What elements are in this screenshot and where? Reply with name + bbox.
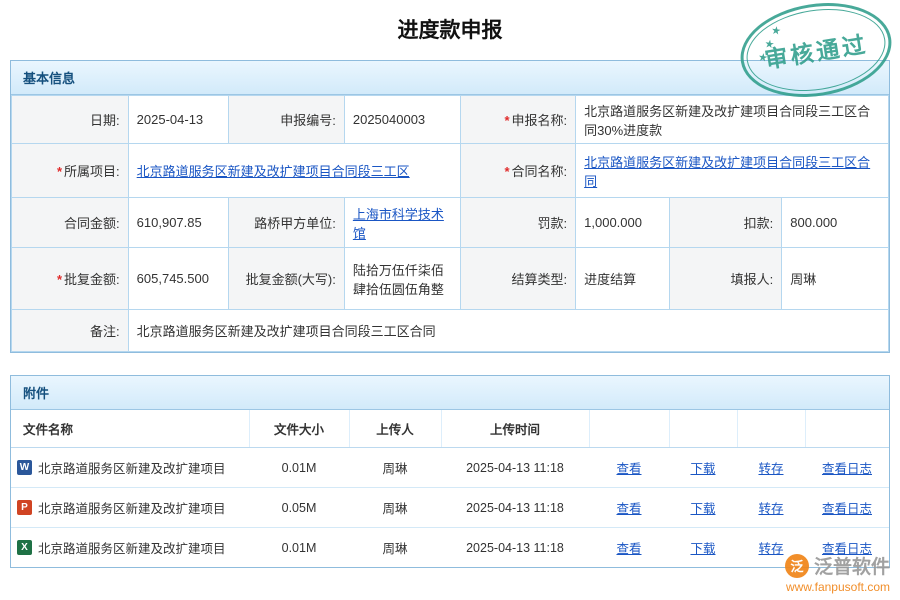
download-link[interactable]: 下载 xyxy=(690,502,715,516)
attachment-row: W 北京路道服务区新建及改扩建项目 0.01M 周琳 2025-04-13 11:… xyxy=(11,448,889,488)
view-link[interactable]: 查看 xyxy=(616,502,641,516)
contract-name-label-text: 合同名称: xyxy=(512,164,568,179)
settlement-type-value: 进度结算 xyxy=(576,248,670,310)
deduction-value: 800.000 xyxy=(782,198,889,248)
required-mark: * xyxy=(504,164,509,179)
filler-label: 填报人: xyxy=(669,248,782,310)
uploader: 周琳 xyxy=(349,488,441,528)
basic-info-header: 基本信息 xyxy=(11,61,889,95)
fanpu-url-text: www.fanpusoft.com xyxy=(785,580,890,594)
basic-row-2: *所属项目: 北京路道服务区新建及改扩建项目合同段三工区 *合同名称: 北京路道… xyxy=(12,144,889,198)
word-file-icon: W xyxy=(17,460,32,475)
approved-amount-caps-label: 批复金额(大写): xyxy=(229,248,345,310)
transfer-link[interactable]: 转存 xyxy=(758,502,783,516)
file-name-cell: X 北京路道服务区新建及改扩建项目 xyxy=(11,528,249,568)
party-a-unit-label: 路桥甲方单位: xyxy=(229,198,345,248)
contract-amount-label: 合同金额: xyxy=(12,198,129,248)
view-log-link[interactable]: 查看日志 xyxy=(822,502,872,516)
project-label-text: 所属项目: xyxy=(64,164,120,179)
page-title: 进度款申报 xyxy=(0,0,900,44)
remark-value: 北京路道服务区新建及改扩建项目合同段三工区合同 xyxy=(128,310,888,352)
declaration-name-value: 北京路道服务区新建及改扩建项目合同段三工区合同30%进度款 xyxy=(576,96,889,144)
file-size: 0.01M xyxy=(249,528,349,568)
file-size: 0.05M xyxy=(249,488,349,528)
party-a-unit-link[interactable]: 上海市科学技术馆 xyxy=(353,207,444,241)
settlement-type-label: 结算类型: xyxy=(460,248,576,310)
view-link[interactable]: 查看 xyxy=(616,462,641,476)
basic-row-1: 日期: 2025-04-13 申报编号: 2025040003 *申报名称: 北… xyxy=(12,96,889,144)
fanpu-brand-text: 泛普软件 xyxy=(814,552,890,579)
file-name: 北京路道服务区新建及改扩建项目 xyxy=(38,458,226,477)
approved-amount-caps-value: 陆拾万伍仟柒佰肆拾伍圆伍角整 xyxy=(344,248,460,310)
project-value: 北京路道服务区新建及改扩建项目合同段三工区 xyxy=(128,144,460,198)
transfer-link[interactable]: 转存 xyxy=(758,462,783,476)
basic-info-panel: 基本信息 日期: 2025-04-13 申报编号: 2025040003 *申报… xyxy=(10,60,890,353)
attachments-header: 附件 xyxy=(11,376,889,410)
column-action-2 xyxy=(669,410,737,448)
file-name-cell: P 北京路道服务区新建及改扩建项目 xyxy=(11,488,249,528)
excel-file-icon: X xyxy=(17,540,32,555)
file-size: 0.01M xyxy=(249,448,349,488)
attachment-row: P 北京路道服务区新建及改扩建项目 0.05M 周琳 2025-04-13 11:… xyxy=(11,488,889,528)
contract-name-label: *合同名称: xyxy=(460,144,576,198)
column-upload-time: 上传时间 xyxy=(441,410,589,448)
project-link[interactable]: 北京路道服务区新建及改扩建项目合同段三工区 xyxy=(137,164,410,179)
column-file-name: 文件名称 xyxy=(11,410,249,448)
file-name: 北京路道服务区新建及改扩建项目 xyxy=(38,498,226,517)
basic-row-5: 备注: 北京路道服务区新建及改扩建项目合同段三工区合同 xyxy=(12,310,889,352)
basic-info-table: 日期: 2025-04-13 申报编号: 2025040003 *申报名称: 北… xyxy=(11,95,889,352)
approved-amount-value: 605,745.500 xyxy=(128,248,229,310)
fanpu-watermark: 泛 泛普软件 www.fanpusoft.com xyxy=(785,552,890,594)
required-mark: * xyxy=(57,164,62,179)
attachments-table: 文件名称 文件大小 上传人 上传时间 W 北京路道服务区新建及改扩建项目 0.01… xyxy=(11,410,889,567)
transfer-link[interactable]: 转存 xyxy=(758,542,783,556)
party-a-unit-value: 上海市科学技术馆 xyxy=(344,198,460,248)
uploader: 周琳 xyxy=(349,448,441,488)
fanpu-logo-icon: 泛 xyxy=(785,554,809,578)
powerpoint-file-icon: P xyxy=(17,500,32,515)
view-log-link[interactable]: 查看日志 xyxy=(822,462,872,476)
attachments-panel: 附件 文件名称 文件大小 上传人 上传时间 xyxy=(10,375,890,568)
upload-time: 2025-04-13 11:18 xyxy=(441,488,589,528)
column-action-3 xyxy=(737,410,805,448)
column-file-size: 文件大小 xyxy=(249,410,349,448)
declaration-name-label-text: 申报名称: xyxy=(512,113,568,128)
penalty-value: 1,000.000 xyxy=(576,198,670,248)
column-uploader: 上传人 xyxy=(349,410,441,448)
penalty-label: 罚款: xyxy=(460,198,576,248)
attachments-header-row: 文件名称 文件大小 上传人 上传时间 xyxy=(11,410,889,448)
filler-value: 周琳 xyxy=(782,248,889,310)
declaration-name-label: *申报名称: xyxy=(460,96,576,144)
download-link[interactable]: 下载 xyxy=(690,462,715,476)
uploader: 周琳 xyxy=(349,528,441,568)
contract-name-link[interactable]: 北京路道服务区新建及改扩建项目合同段三工区合同 xyxy=(584,155,870,189)
declaration-no-value: 2025040003 xyxy=(344,96,460,144)
project-label: *所属项目: xyxy=(12,144,129,198)
deduction-label: 扣款: xyxy=(669,198,782,248)
declaration-no-label: 申报编号: xyxy=(229,96,345,144)
file-name-cell: W 北京路道服务区新建及改扩建项目 xyxy=(11,448,249,488)
basic-row-3: 合同金额: 610,907.85 路桥甲方单位: 上海市科学技术馆 罚款: 1,… xyxy=(12,198,889,248)
column-action-1 xyxy=(589,410,669,448)
required-mark: * xyxy=(504,113,509,128)
upload-time: 2025-04-13 11:18 xyxy=(441,448,589,488)
approved-amount-label: *批复金额: xyxy=(12,248,129,310)
date-label: 日期: xyxy=(12,96,129,144)
file-name: 北京路道服务区新建及改扩建项目 xyxy=(38,538,226,557)
date-value: 2025-04-13 xyxy=(128,96,229,144)
contract-amount-value: 610,907.85 xyxy=(128,198,229,248)
required-mark: * xyxy=(57,272,62,287)
download-link[interactable]: 下载 xyxy=(690,542,715,556)
upload-time: 2025-04-13 11:18 xyxy=(441,528,589,568)
view-link[interactable]: 查看 xyxy=(616,542,641,556)
progress-payment-declaration-page: 进度款申报 ★ ★ ★ 审核通过 基本信息 日期: 2025-04-13 申报编… xyxy=(0,0,900,600)
column-action-4 xyxy=(805,410,889,448)
attachment-row: X 北京路道服务区新建及改扩建项目 0.01M 周琳 2025-04-13 11:… xyxy=(11,528,889,568)
basic-row-4: *批复金额: 605,745.500 批复金额(大写): 陆拾万伍仟柒佰肆拾伍圆… xyxy=(12,248,889,310)
approved-amount-label-text: 批复金额: xyxy=(64,272,120,287)
remark-label: 备注: xyxy=(12,310,129,352)
contract-name-value: 北京路道服务区新建及改扩建项目合同段三工区合同 xyxy=(576,144,889,198)
